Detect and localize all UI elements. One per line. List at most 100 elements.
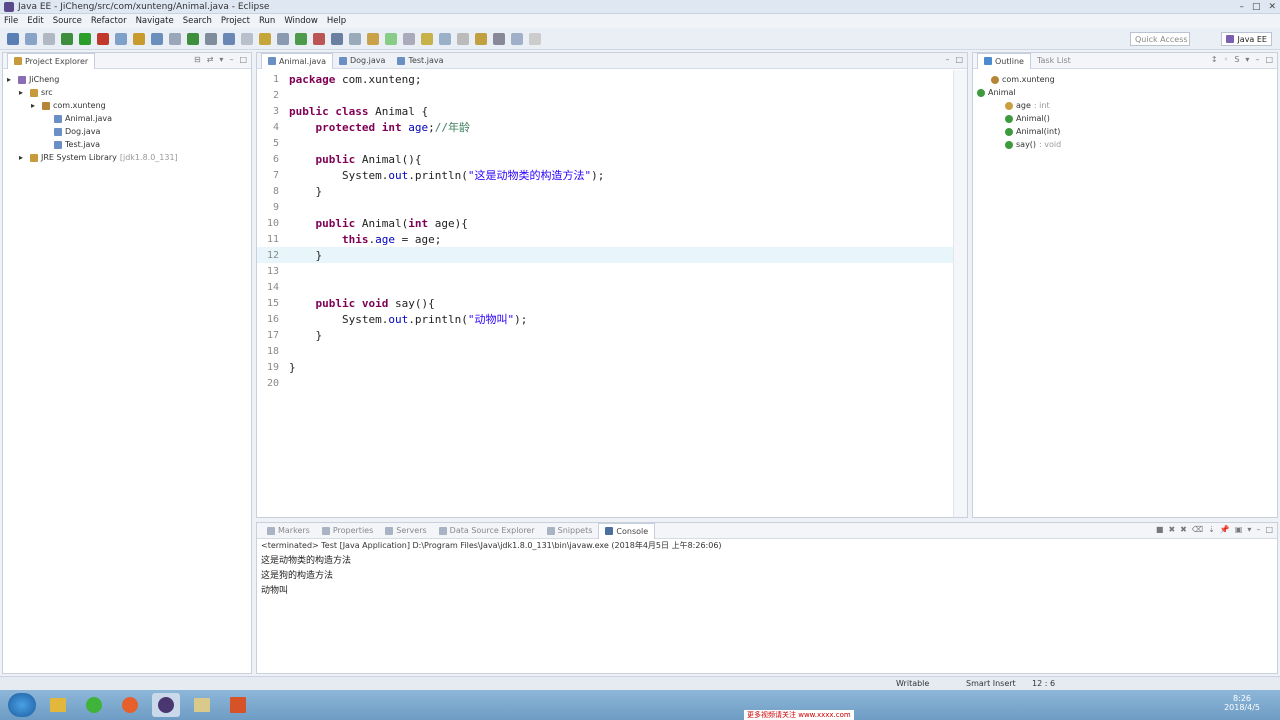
quick-access-field[interactable]: Quick Access bbox=[1130, 32, 1190, 46]
menu-item-navigate[interactable]: Navigate bbox=[136, 16, 174, 26]
code-line[interactable]: 14 bbox=[257, 279, 967, 295]
code-line[interactable]: 3 public class Animal { bbox=[257, 103, 967, 119]
remove-launch-icon[interactable]: ✖ bbox=[1168, 525, 1175, 534]
pin-console-icon[interactable]: 📌 bbox=[1220, 525, 1230, 534]
tab-task-list[interactable]: Task List bbox=[1031, 53, 1077, 69]
expand-arrow-icon[interactable]: ▸ bbox=[7, 75, 15, 84]
search-icon[interactable] bbox=[115, 32, 127, 45]
editor-tab[interactable]: Dog.java bbox=[333, 53, 391, 69]
forward-icon[interactable] bbox=[403, 32, 415, 45]
close-button[interactable]: ✕ bbox=[1268, 2, 1276, 12]
save-all-icon[interactable] bbox=[43, 32, 55, 45]
open-task-icon[interactable] bbox=[151, 32, 163, 45]
minimize-view-icon[interactable]: – bbox=[1256, 525, 1260, 534]
code-line[interactable]: 17 } bbox=[257, 327, 967, 343]
menu-item-project[interactable]: Project bbox=[221, 16, 250, 26]
tree-item[interactable]: ▸ JiCheng bbox=[7, 73, 251, 86]
taskbar-app-eclipse[interactable] bbox=[152, 693, 180, 717]
code-line[interactable]: 1 package com.xunteng; bbox=[257, 71, 967, 87]
save-icon[interactable] bbox=[25, 32, 37, 45]
code-line[interactable]: 2 bbox=[257, 87, 967, 103]
code-line[interactable]: 12 } bbox=[257, 247, 967, 263]
next-annotation-icon[interactable] bbox=[331, 32, 343, 45]
code-line[interactable]: 16 System. out .println("动物叫"); bbox=[257, 311, 967, 327]
taskbar-app-explorer[interactable] bbox=[44, 693, 72, 717]
tree-item[interactable]: ▸ src bbox=[7, 86, 251, 99]
hide-static-icon[interactable]: S bbox=[1234, 55, 1239, 64]
tab-project-explorer[interactable]: Project Explorer bbox=[7, 52, 96, 69]
taskbar-app-firefox[interactable] bbox=[116, 693, 144, 717]
run-icon[interactable] bbox=[61, 32, 73, 45]
pin-icon[interactable] bbox=[421, 32, 433, 45]
open-type-icon[interactable] bbox=[133, 32, 145, 45]
tab-properties[interactable]: Properties bbox=[316, 523, 379, 539]
build-icon[interactable] bbox=[169, 32, 181, 45]
outline-item[interactable]: com.xunteng bbox=[977, 73, 1277, 86]
code-editor[interactable]: 1 package com.xunteng; 2 3 public class Anim… bbox=[257, 69, 967, 391]
view-menu-icon[interactable]: ▾ bbox=[1245, 55, 1249, 64]
expand-arrow-icon[interactable]: ▸ bbox=[31, 101, 39, 110]
external-tools-icon[interactable] bbox=[205, 32, 217, 45]
minimize-view-icon[interactable]: – bbox=[229, 55, 233, 64]
tree-item[interactable]: ▸ JRE System Library [jdk1.8.0_131] bbox=[7, 151, 251, 164]
taskbar-app-360[interactable] bbox=[80, 693, 108, 717]
word-wrap-icon[interactable] bbox=[511, 32, 523, 45]
code-line[interactable]: 13 bbox=[257, 263, 967, 279]
refresh-icon[interactable] bbox=[295, 32, 307, 45]
outline-item[interactable]: say(): void bbox=[977, 138, 1277, 151]
back-icon[interactable] bbox=[385, 32, 397, 45]
editor-tab[interactable]: Animal.java bbox=[261, 52, 333, 69]
menu-item-edit[interactable]: Edit bbox=[27, 16, 43, 26]
tree-item[interactable]: ▸ com.xunteng bbox=[7, 99, 251, 112]
last-edit-icon[interactable] bbox=[367, 32, 379, 45]
remove-all-icon[interactable]: ✖ bbox=[1180, 525, 1187, 534]
code-line[interactable]: 18 bbox=[257, 343, 967, 359]
code-line[interactable]: 8 } bbox=[257, 183, 967, 199]
terminate-icon[interactable]: ■ bbox=[1156, 525, 1164, 534]
code-line[interactable]: 7 System. out .println("这是动物类的构造方法"); bbox=[257, 167, 967, 183]
tree-item[interactable]: Animal.java bbox=[7, 112, 251, 125]
collapse-all-icon[interactable]: ⊟ bbox=[194, 55, 201, 64]
code-line[interactable]: 20 bbox=[257, 375, 967, 391]
coverage-icon[interactable] bbox=[187, 32, 199, 45]
outline-item[interactable]: age: int bbox=[977, 99, 1277, 112]
new-package-icon[interactable] bbox=[241, 32, 253, 45]
outline-item[interactable]: Animal() bbox=[977, 112, 1277, 125]
start-button[interactable] bbox=[8, 693, 36, 717]
maximize-view-icon[interactable]: □ bbox=[239, 55, 247, 64]
maximize-view-icon[interactable]: □ bbox=[1265, 55, 1273, 64]
minimize-button[interactable]: – bbox=[1239, 2, 1244, 12]
error-nav-icon[interactable] bbox=[313, 32, 325, 45]
tab-snippets[interactable]: Snippets bbox=[541, 523, 599, 539]
open-console-icon[interactable]: ▾ bbox=[1247, 525, 1251, 534]
outline-item[interactable]: Animal bbox=[977, 86, 1277, 99]
view-menu-icon[interactable]: ▾ bbox=[219, 55, 223, 64]
new-icon[interactable] bbox=[7, 32, 19, 45]
expand-arrow-icon[interactable]: ▸ bbox=[19, 88, 27, 97]
show-whitespace-icon[interactable] bbox=[457, 32, 469, 45]
stop-icon[interactable] bbox=[97, 32, 109, 45]
editor-scrollbar[interactable] bbox=[953, 70, 967, 517]
tab-console[interactable]: Console bbox=[598, 522, 656, 539]
expand-arrow-icon[interactable]: ▸ bbox=[19, 153, 27, 162]
sort-icon[interactable]: ↕ bbox=[1211, 55, 1218, 64]
link-icon[interactable]: ⇄ bbox=[207, 55, 214, 64]
tree-item[interactable]: Test.java bbox=[7, 138, 251, 151]
more-icon[interactable] bbox=[529, 32, 541, 45]
toggle-mark-icon[interactable] bbox=[439, 32, 451, 45]
menu-item-window[interactable]: Window bbox=[284, 16, 318, 26]
taskbar-app-ppt[interactable] bbox=[224, 693, 252, 717]
debug-icon[interactable] bbox=[79, 32, 91, 45]
code-line[interactable]: 15 public void say(){ bbox=[257, 295, 967, 311]
code-line[interactable]: 11 this. age = age; bbox=[257, 231, 967, 247]
maximize-view-icon[interactable]: □ bbox=[1265, 525, 1273, 534]
code-line[interactable]: 10 public Animal(int age){ bbox=[257, 215, 967, 231]
hide-fields-icon[interactable]: ◦ bbox=[1224, 55, 1229, 64]
scroll-lock-icon[interactable]: ⇣ bbox=[1208, 525, 1215, 534]
code-line[interactable]: 9 bbox=[257, 199, 967, 215]
new-class-icon[interactable] bbox=[259, 32, 271, 45]
code-line[interactable]: 4 protected int age;//年龄 bbox=[257, 119, 967, 135]
tab-outline[interactable]: Outline bbox=[977, 52, 1031, 69]
minimize-view-icon[interactable]: – bbox=[945, 55, 949, 64]
tab-data-source-explorer[interactable]: Data Source Explorer bbox=[433, 523, 541, 539]
